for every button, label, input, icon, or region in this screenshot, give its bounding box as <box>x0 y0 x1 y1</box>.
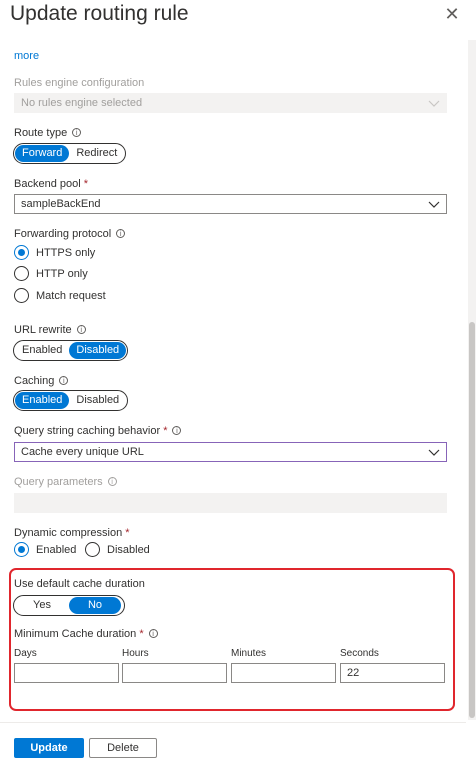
query-string-label-text: Query string caching behavior <box>14 425 161 437</box>
minutes-input[interactable] <box>231 663 336 683</box>
dynamic-compression-label-text: Dynamic compression <box>14 527 123 539</box>
caching-toggle[interactable]: Enabled Disabled <box>13 390 129 411</box>
url-rewrite-enabled-option[interactable]: Enabled <box>15 342 69 359</box>
update-button[interactable]: Update <box>14 738 84 758</box>
panel-title: Update routing rule <box>10 2 189 25</box>
url-rewrite-label-text: URL rewrite <box>14 324 72 336</box>
radio-button[interactable] <box>85 542 100 557</box>
url-rewrite-label: URL rewrite i <box>14 324 86 336</box>
hours-label: Hours <box>122 648 149 659</box>
required-mark: * <box>139 628 144 640</box>
radio-label: Match request <box>36 289 106 302</box>
route-type-redirect-option[interactable]: Redirect <box>69 145 124 162</box>
info-icon[interactable]: i <box>116 229 126 238</box>
radio-match-request[interactable]: Match request <box>14 288 106 303</box>
forwarding-protocol-label-text: Forwarding protocol <box>14 228 112 240</box>
seconds-label: Seconds <box>340 648 379 659</box>
more-link[interactable]: more <box>14 50 39 62</box>
chevron-down-icon <box>428 100 440 107</box>
default-cache-no-option[interactable]: No <box>69 597 121 614</box>
radio-compression-enabled[interactable]: Enabled <box>14 542 76 557</box>
backend-pool-select[interactable]: sampleBackEnd <box>14 194 447 214</box>
radio-label: Enabled <box>36 543 77 556</box>
minutes-label: Minutes <box>231 648 267 659</box>
radio-button-selected[interactable] <box>14 542 29 557</box>
radio-label: HTTPS only <box>36 246 96 259</box>
footer-divider <box>0 722 466 723</box>
rules-engine-value: No rules engine selected <box>21 97 143 109</box>
radio-button-selected[interactable] <box>14 245 29 260</box>
default-cache-label: Use default cache duration <box>14 578 145 590</box>
days-label: Days <box>14 648 37 659</box>
caching-label: Caching i <box>14 375 69 387</box>
min-cache-label-text: Minimum Cache duration <box>14 628 137 640</box>
backend-pool-label-text: Backend pool <box>14 178 81 190</box>
info-icon[interactable]: i <box>172 426 182 435</box>
delete-button[interactable]: Delete <box>89 738 157 758</box>
info-icon[interactable]: i <box>148 629 158 638</box>
radio-label: Disabled <box>107 543 150 556</box>
rules-engine-select: No rules engine selected <box>14 93 447 113</box>
required-mark: * <box>125 527 130 539</box>
min-cache-label: Minimum Cache duration * i <box>14 628 158 640</box>
info-icon[interactable]: i <box>72 128 82 137</box>
query-params-label-text: Query parameters <box>14 476 103 488</box>
caching-label-text: Caching <box>14 375 55 387</box>
seconds-input[interactable]: 22 <box>340 663 445 683</box>
radio-button[interactable] <box>14 288 29 303</box>
radio-label: HTTP only <box>36 267 88 280</box>
backend-pool-label: Backend pool * <box>14 178 88 190</box>
caching-enabled-option[interactable]: Enabled <box>15 392 70 409</box>
days-input[interactable] <box>14 663 119 683</box>
route-type-label-text: Route type <box>14 127 68 139</box>
radio-compression-disabled[interactable]: Disabled <box>85 542 150 557</box>
url-rewrite-toggle[interactable]: Enabled Disabled <box>13 340 129 361</box>
radio-button[interactable] <box>14 266 29 281</box>
query-string-select[interactable]: Cache every unique URL <box>14 442 447 462</box>
route-type-forward-option[interactable]: Forward <box>15 145 70 162</box>
backend-pool-value: sampleBackEnd <box>21 198 101 210</box>
radio-http-only[interactable]: HTTP only <box>14 266 88 281</box>
forwarding-protocol-label: Forwarding protocol i <box>14 228 126 240</box>
info-icon: i <box>107 477 117 486</box>
info-icon[interactable]: i <box>59 376 69 385</box>
route-type-toggle[interactable]: Forward Redirect <box>13 143 127 164</box>
close-icon[interactable]: ✕ <box>442 4 462 24</box>
route-type-label: Route type i <box>14 127 82 139</box>
caching-disabled-option[interactable]: Disabled <box>69 392 126 409</box>
url-rewrite-disabled-option[interactable]: Disabled <box>69 342 127 359</box>
query-params-label: Query parameters i <box>14 476 117 488</box>
chevron-down-icon <box>428 449 440 456</box>
query-string-value: Cache every unique URL <box>21 446 144 458</box>
default-cache-yes-option[interactable]: Yes <box>15 597 69 614</box>
scrollbar-thumb[interactable] <box>469 322 475 718</box>
dynamic-compression-label: Dynamic compression * <box>14 527 130 539</box>
chevron-down-icon <box>428 201 440 208</box>
required-mark: * <box>163 425 168 437</box>
rules-engine-label: Rules engine configuration <box>14 77 145 89</box>
default-cache-toggle[interactable]: Yes No <box>13 595 125 616</box>
hours-input[interactable] <box>122 663 227 683</box>
radio-https-only[interactable]: HTTPS only <box>14 245 95 260</box>
query-params-input <box>14 493 447 513</box>
required-mark: * <box>83 178 89 190</box>
info-icon[interactable]: i <box>76 325 86 334</box>
query-string-label: Query string caching behavior * i <box>14 425 182 437</box>
